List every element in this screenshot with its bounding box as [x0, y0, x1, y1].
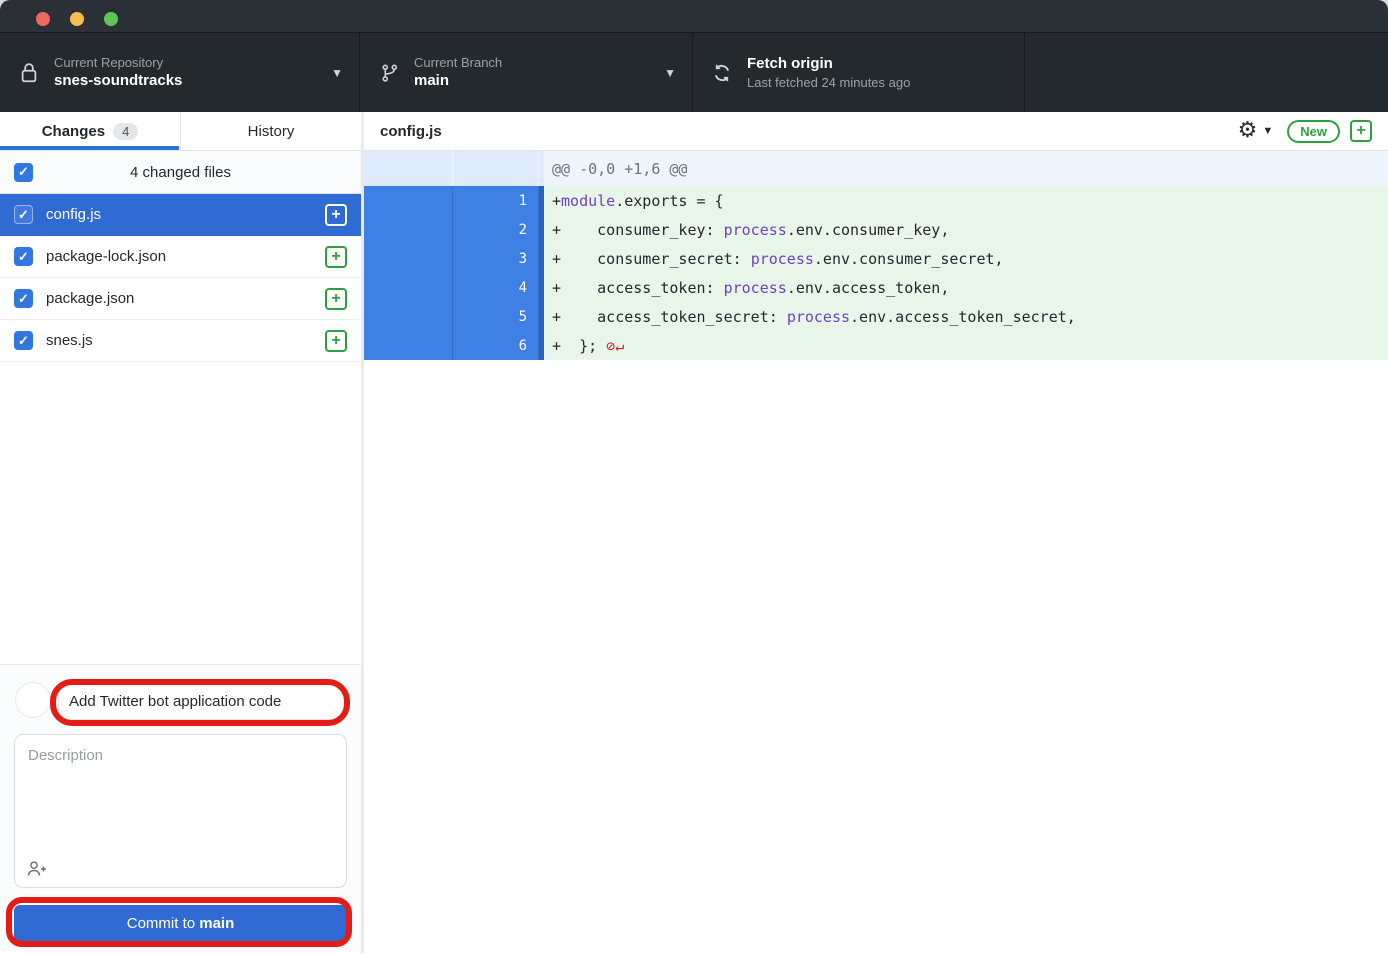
- diff-line-number[interactable]: 1: [453, 186, 539, 215]
- diff-gutter-old[interactable]: [364, 302, 453, 331]
- file-name: snes.js: [46, 332, 325, 349]
- file-row[interactable]: ✓ config.js +: [0, 194, 361, 236]
- commit-button-branch: main: [199, 915, 234, 932]
- hunk-header-text: @@ -0,0 +1,6 @@: [544, 151, 1388, 186]
- commit-to-main-button[interactable]: Commit to main: [14, 905, 347, 942]
- file-name: config.js: [46, 206, 325, 223]
- diff-panel: config.js ⚙ ▼ New + @@ -0,0 +1,6 @@ 1 +m…: [364, 112, 1388, 953]
- changed-files-list: ✓ config.js + ✓ package-lock.json + ✓ pa…: [0, 194, 361, 362]
- diff-line-number[interactable]: 3: [453, 244, 539, 273]
- diff-gutter-old[interactable]: [364, 244, 453, 273]
- file-checkbox[interactable]: ✓: [14, 247, 33, 266]
- file-name: package.json: [46, 290, 325, 307]
- diff-line-content: + consumer_secret: process.env.consumer_…: [544, 244, 1388, 273]
- hunk-gutter-new: [453, 151, 539, 186]
- diff-line-content: + access_token: process.env.access_token…: [544, 273, 1388, 302]
- commit-button-prefix: Commit to: [127, 915, 200, 932]
- current-branch-label: Current Branch: [414, 54, 502, 72]
- sync-icon: [709, 63, 735, 83]
- current-branch-dropdown[interactable]: Current Branch main ▼: [360, 33, 693, 112]
- file-plus-icon[interactable]: +: [325, 204, 347, 226]
- chevron-down-icon: ▼: [1262, 125, 1273, 137]
- diff-added-line: 3 + consumer_secret: process.env.consume…: [364, 244, 1388, 273]
- current-repository-value: snes-soundtracks: [54, 71, 182, 91]
- diff-added-line: 2 + consumer_key: process.env.consumer_k…: [364, 215, 1388, 244]
- toolbar: Current Repository snes-soundtracks ▼ Cu…: [0, 33, 1388, 112]
- fetch-origin-subtitle: Last fetched 24 minutes ago: [747, 74, 910, 92]
- diff-line-content: + access_token_secret: process.env.acces…: [544, 302, 1388, 331]
- tab-changes[interactable]: Changes 4: [0, 112, 180, 150]
- changes-sidebar: Changes 4 History ✓ 4 changed files ✓ co…: [0, 112, 364, 953]
- file-checkbox[interactable]: ✓: [14, 331, 33, 350]
- changes-count-badge: 4: [113, 123, 138, 140]
- diff-file-name: config.js: [380, 123, 1238, 140]
- diff-line-number[interactable]: 5: [453, 302, 539, 331]
- commit-summary-input[interactable]: [58, 683, 346, 720]
- file-list-empty-space: [0, 362, 361, 664]
- zoom-window-button[interactable]: [104, 12, 118, 26]
- github-desktop-window: Current Repository snes-soundtracks ▼ Cu…: [0, 0, 1388, 954]
- diff-added-line: 6 + }; ⊘↵: [364, 331, 1388, 360]
- file-checkbox[interactable]: ✓: [14, 205, 33, 224]
- commit-panel: Commit to main: [0, 664, 361, 953]
- new-file-status-badge: New: [1287, 120, 1340, 143]
- hunk-gutter-old: [364, 151, 453, 186]
- changed-files-count-label: 4 changed files: [130, 164, 231, 181]
- file-checkbox[interactable]: ✓: [14, 289, 33, 308]
- current-repository-label: Current Repository: [54, 54, 182, 72]
- close-window-button[interactable]: [36, 12, 50, 26]
- diff-line-number[interactable]: 2: [453, 215, 539, 244]
- diff-lines: 1 +module.exports = { 2 + consumer_key: …: [364, 186, 1388, 360]
- diff-line-content: + }; ⊘↵: [544, 331, 1388, 360]
- file-row[interactable]: ✓ package-lock.json +: [0, 236, 361, 278]
- diff-added-line: 1 +module.exports = {: [364, 186, 1388, 215]
- chevron-down-icon: ▼: [664, 66, 676, 80]
- git-branch-icon: [376, 63, 402, 83]
- avatar: [15, 682, 51, 718]
- hunk-header-row: @@ -0,0 +1,6 @@: [364, 151, 1388, 186]
- diff-gutter-old[interactable]: [364, 331, 453, 360]
- file-name: package-lock.json: [46, 248, 325, 265]
- tab-history[interactable]: History: [180, 112, 361, 150]
- tab-history-label: History: [248, 123, 295, 140]
- commit-description-box: [14, 734, 347, 888]
- file-plus-icon[interactable]: +: [325, 288, 347, 310]
- fetch-origin-title: Fetch origin: [747, 54, 910, 74]
- sidebar-tabs: Changes 4 History: [0, 112, 361, 151]
- diff-gutter-old[interactable]: [364, 215, 453, 244]
- current-branch-value: main: [414, 71, 502, 91]
- diff-gutter-old[interactable]: [364, 273, 453, 302]
- diff-options-dropdown[interactable]: ⚙ ▼: [1238, 120, 1274, 142]
- toolbar-filler: [1025, 33, 1388, 112]
- diff-line-number[interactable]: 6: [453, 331, 539, 360]
- file-plus-icon[interactable]: +: [325, 330, 347, 352]
- diff-gutter-old[interactable]: [364, 186, 453, 215]
- add-coauthor-icon[interactable]: [26, 859, 48, 879]
- minimize-window-button[interactable]: [70, 12, 84, 26]
- diff-line-content: +module.exports = {: [544, 186, 1388, 215]
- select-all-files-row: ✓ 4 changed files: [0, 151, 361, 194]
- commit-description-input[interactable]: [15, 735, 346, 847]
- lock-icon: [16, 62, 42, 84]
- diff-body: @@ -0,0 +1,6 @@ 1 +module.exports = { 2 …: [364, 151, 1388, 360]
- diff-line-number[interactable]: 4: [453, 273, 539, 302]
- gear-icon: ⚙: [1238, 120, 1258, 142]
- diff-empty-space: [364, 360, 1388, 953]
- file-row[interactable]: ✓ snes.js +: [0, 320, 361, 362]
- window-title-bar: [0, 0, 1388, 33]
- expand-plus-icon[interactable]: +: [1350, 120, 1372, 142]
- diff-header: config.js ⚙ ▼ New +: [364, 112, 1388, 151]
- current-repository-dropdown[interactable]: Current Repository snes-soundtracks ▼: [0, 33, 360, 112]
- fetch-origin-button[interactable]: Fetch origin Last fetched 24 minutes ago: [693, 33, 1025, 112]
- diff-line-content: + consumer_key: process.env.consumer_key…: [544, 215, 1388, 244]
- file-plus-icon[interactable]: +: [325, 246, 347, 268]
- chevron-down-icon: ▼: [331, 66, 343, 80]
- tab-changes-label: Changes: [42, 123, 105, 140]
- diff-added-line: 5 + access_token_secret: process.env.acc…: [364, 302, 1388, 331]
- diff-added-line: 4 + access_token: process.env.access_tok…: [364, 273, 1388, 302]
- select-all-checkbox[interactable]: ✓: [14, 163, 33, 182]
- file-row[interactable]: ✓ package.json +: [0, 278, 361, 320]
